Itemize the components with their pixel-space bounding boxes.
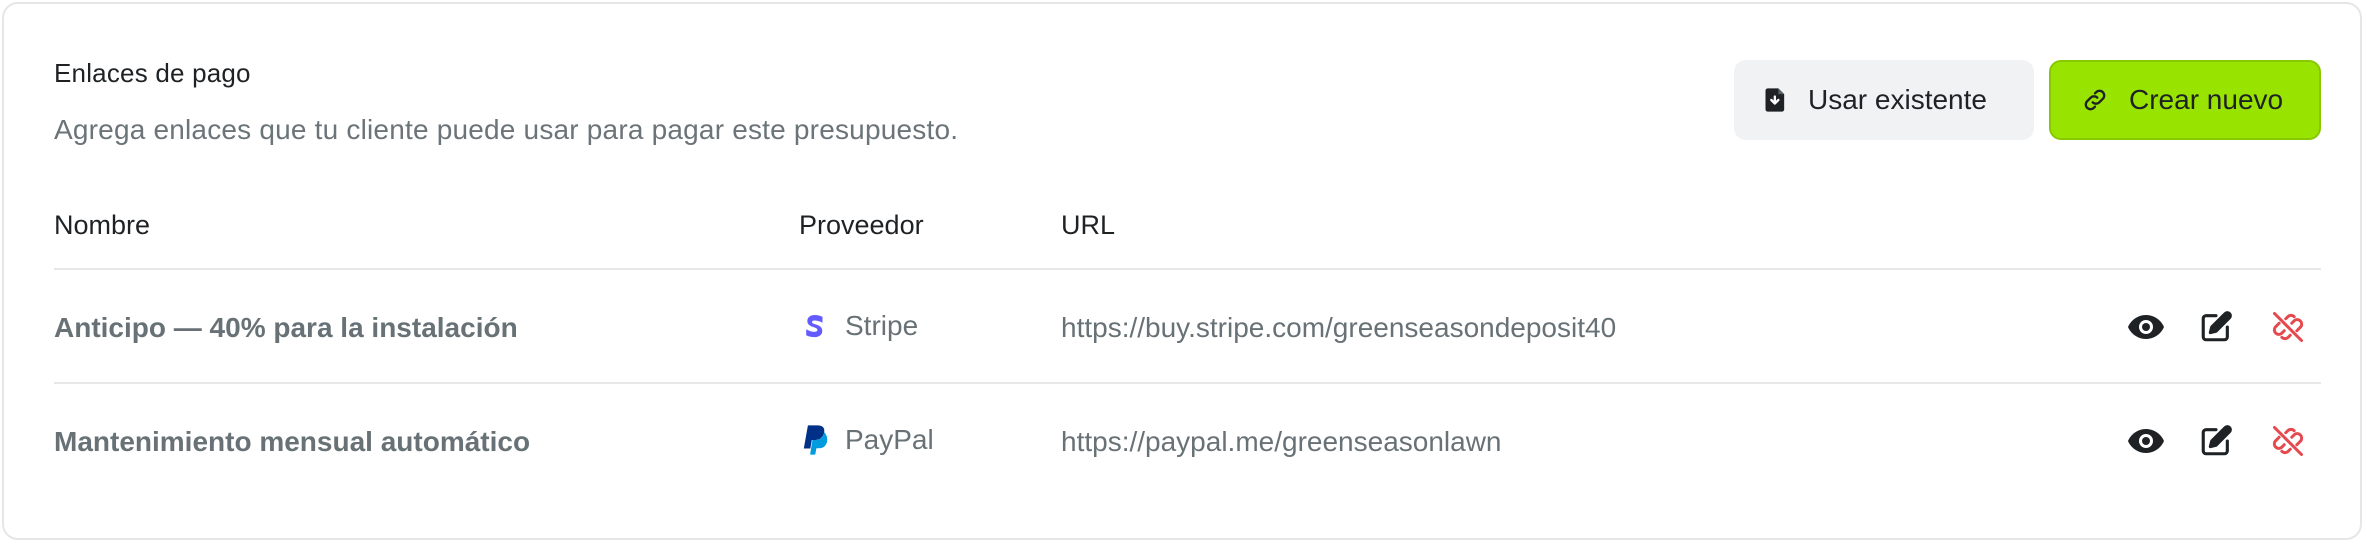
edit-icon: [2199, 310, 2233, 349]
view-button[interactable]: [2126, 423, 2166, 463]
edit-button[interactable]: [2196, 309, 2236, 349]
row-name: Mantenimiento mensual automático: [54, 426, 531, 457]
unlink-icon: [2270, 309, 2306, 350]
row-name: Anticipo — 40% para la instalación: [54, 312, 518, 343]
edit-icon: [2199, 424, 2233, 463]
unlink-button[interactable]: [2268, 309, 2308, 349]
create-new-button[interactable]: Crear nuevo: [2049, 60, 2321, 140]
section-subtitle: Agrega enlaces que tu cliente puede usar…: [54, 114, 959, 145]
column-header-provider: Proveedor: [799, 210, 924, 240]
column-header-url: URL: [1061, 210, 1116, 240]
row-provider: Stripe: [799, 309, 918, 343]
column-header-name: Nombre: [54, 210, 151, 240]
section-title: Enlaces de pago: [54, 58, 251, 88]
provider-label: PayPal: [845, 424, 934, 455]
provider-label: Stripe: [845, 310, 919, 341]
file-download-icon: [1762, 86, 1790, 114]
eye-icon: [2127, 427, 2165, 460]
unlink-button[interactable]: [2268, 423, 2308, 463]
use-existing-label: Usar existente: [1808, 84, 1987, 115]
header-divider: [54, 268, 2321, 270]
use-existing-button[interactable]: Usar existente: [1734, 60, 2034, 140]
row-divider: [54, 382, 2321, 384]
payment-links-card: Enlaces de pago Agrega enlaces que tu cl…: [2, 2, 2362, 540]
eye-icon: [2127, 313, 2165, 346]
row-provider: PayPal: [799, 423, 934, 457]
link-icon: [2081, 86, 2109, 114]
row-url: https://paypal.me/greenseasonlawn: [1061, 426, 1502, 457]
row-url: https://buy.stripe.com/greenseasondeposi…: [1061, 312, 1617, 343]
view-button[interactable]: [2126, 309, 2166, 349]
unlink-icon: [2270, 423, 2306, 464]
create-new-label: Crear nuevo: [2129, 84, 2284, 115]
stripe-logo-icon: [799, 309, 829, 343]
edit-button[interactable]: [2196, 423, 2236, 463]
paypal-logo-icon: [799, 423, 829, 457]
